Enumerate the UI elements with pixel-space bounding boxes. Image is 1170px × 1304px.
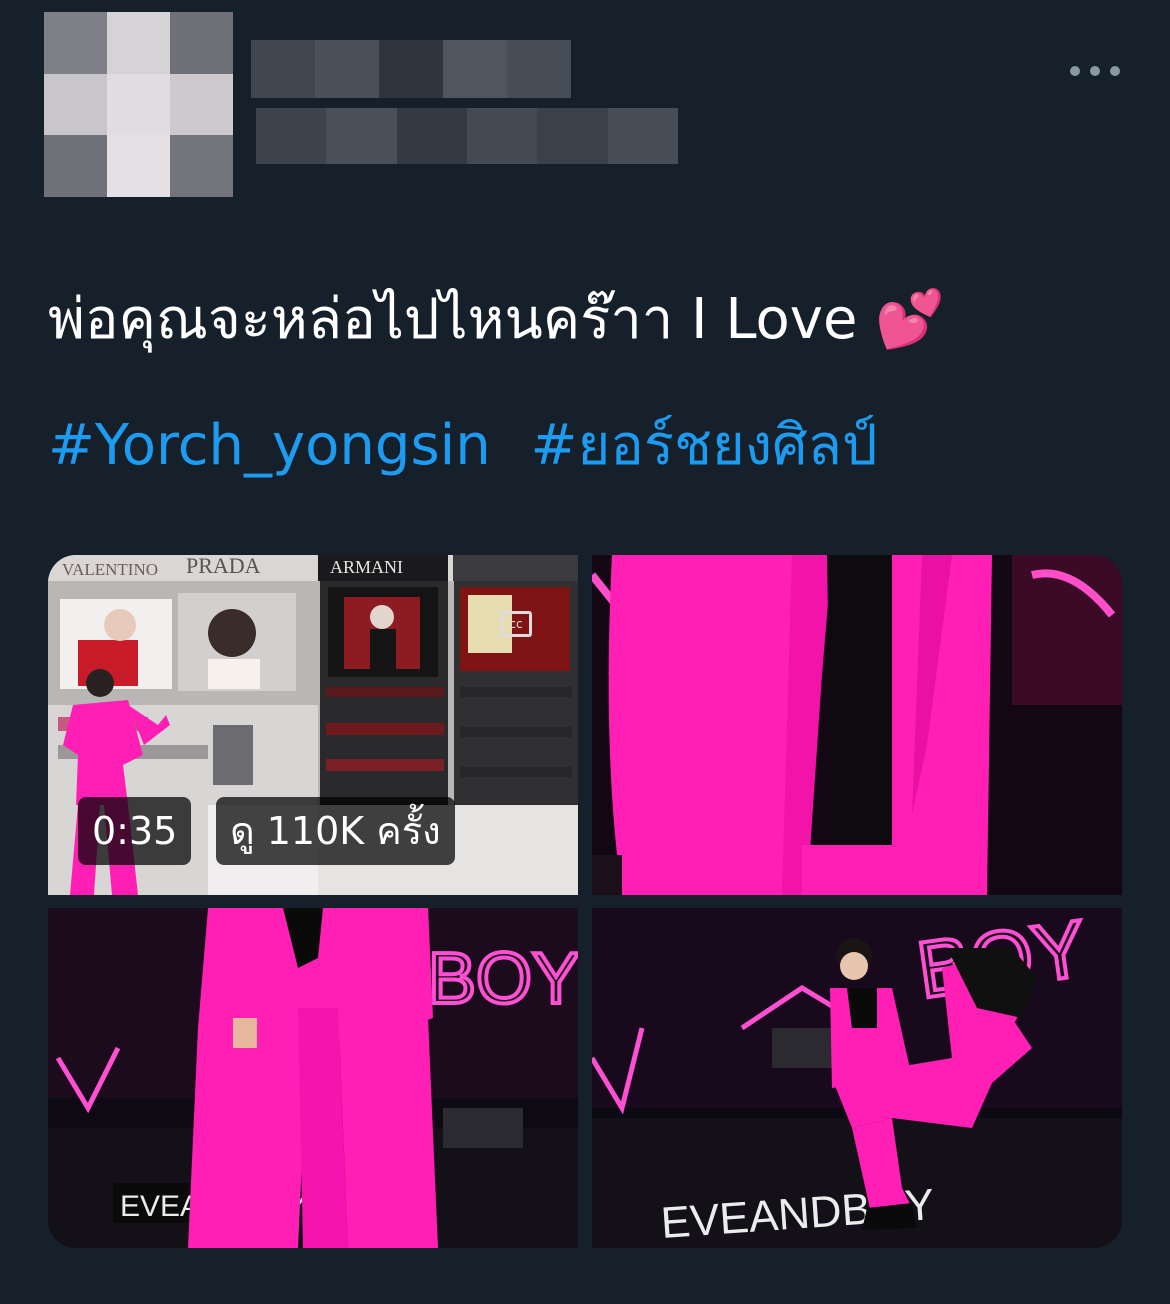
- closed-captions-icon[interactable]: cc: [500, 611, 532, 637]
- video-thumbnail[interactable]: VALENTINO PRADA ARMANI cc 0:35 ดู 110K ค…: [48, 555, 578, 895]
- display-name-blurred[interactable]: [251, 40, 571, 98]
- more-options-icon[interactable]: [1070, 58, 1120, 84]
- video-duration: 0:35: [78, 797, 192, 865]
- photo-3[interactable]: BOY EVEANDBOY: [48, 908, 578, 1248]
- photo-4[interactable]: BOY EVEANDBOY: [592, 908, 1122, 1248]
- sign-valentino: VALENTINO: [62, 560, 158, 579]
- username-blurred[interactable]: [256, 108, 678, 164]
- neon-sign-boy: BOY: [428, 939, 578, 1019]
- pink-suit-standing-image: BOY EVEANDBOY: [48, 908, 578, 1248]
- pink-suit-sitting-image: BOY EVEANDBOY: [592, 908, 1122, 1248]
- sign-prada: PRADA: [186, 555, 261, 578]
- tweet-text: พ่อคุณจะหล่อไปไหนคร๊าา I Love 💕: [48, 287, 945, 352]
- hashtags: #Yorch_yongsin #ยอร์ชยงศิลป์: [48, 408, 1148, 484]
- photo-2[interactable]: [592, 555, 1122, 895]
- pink-suit-closeup-image: [592, 555, 1122, 895]
- hashtag-link[interactable]: #ยอร์ชยงศิลป์: [531, 413, 878, 478]
- media-grid: VALENTINO PRADA ARMANI cc 0:35 ดู 110K ค…: [48, 555, 1122, 1248]
- sign-armani: ARMANI: [330, 557, 403, 577]
- avatar-blurred[interactable]: [44, 12, 233, 197]
- video-view-count: ดู 110K ครั้ง: [216, 797, 455, 865]
- hashtag-link[interactable]: #Yorch_yongsin: [48, 413, 491, 478]
